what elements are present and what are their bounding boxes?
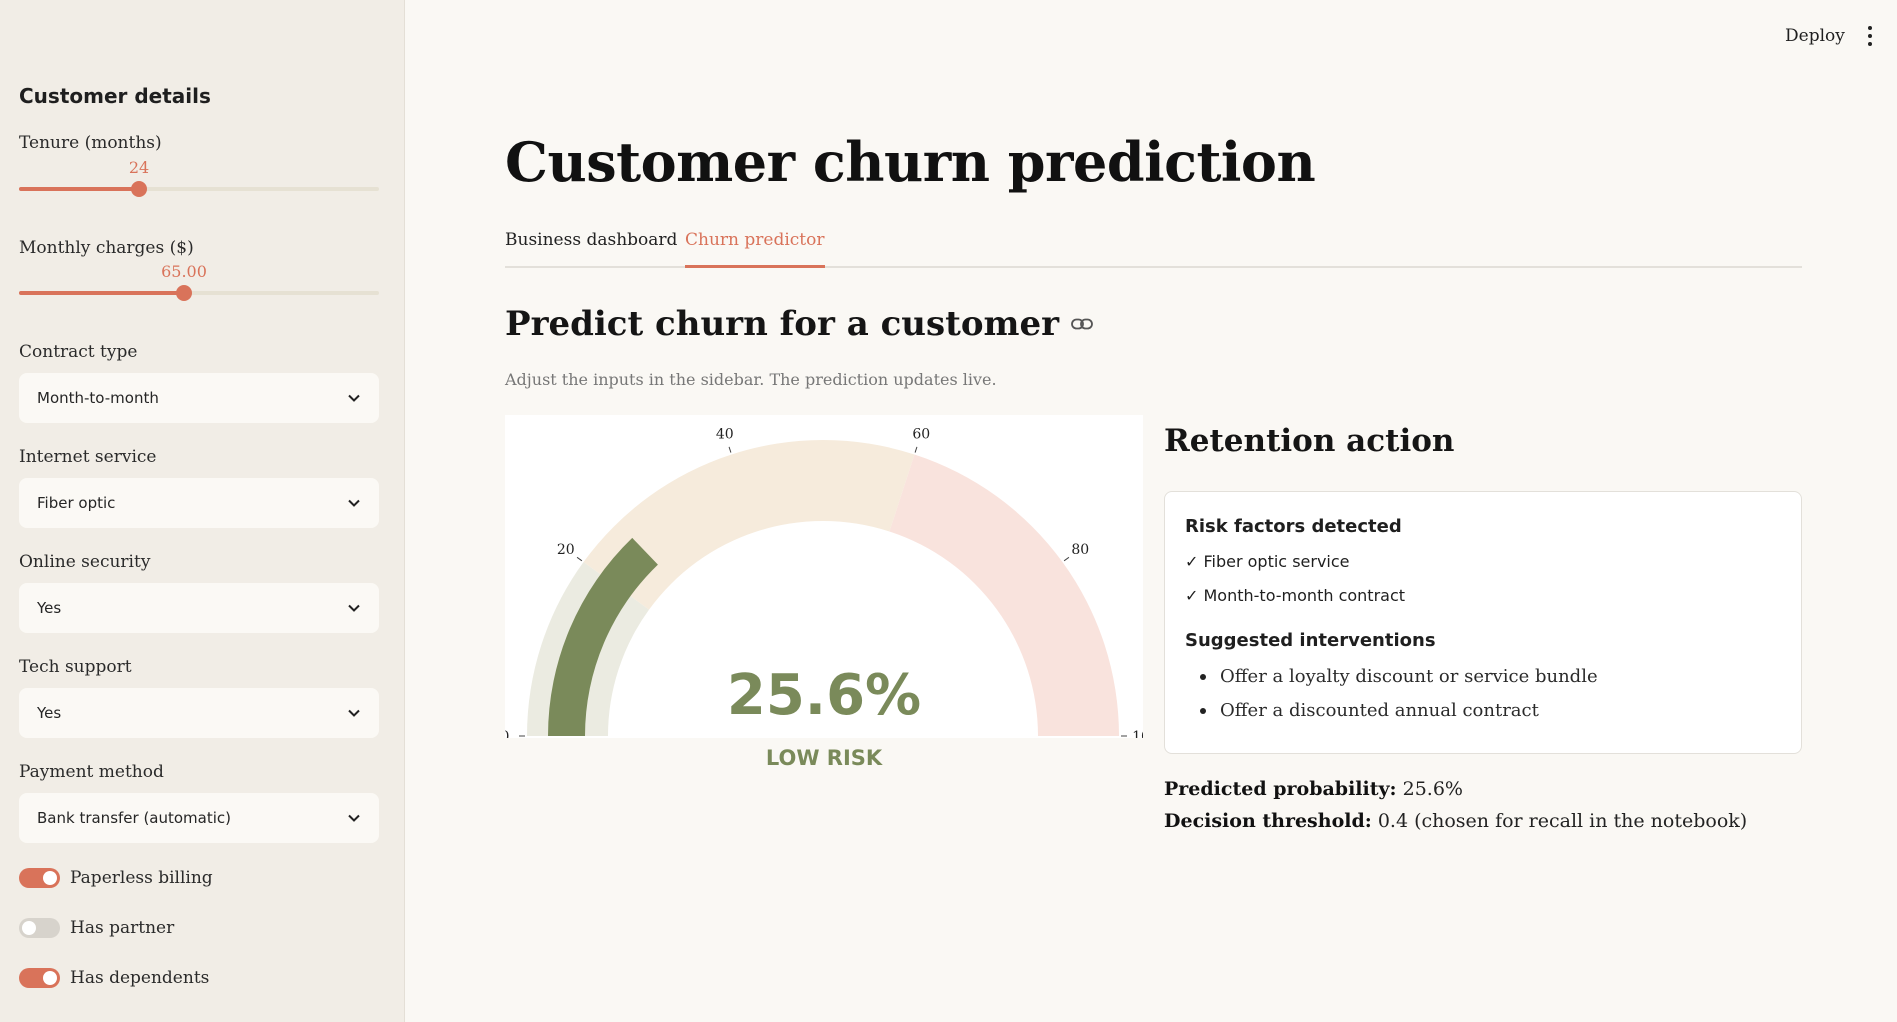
toggle-label: Paperless billing (70, 868, 213, 888)
threshold-label: Decision threshold: (1164, 810, 1372, 832)
chevron-down-icon (347, 391, 361, 405)
section-title: Predict churn for a customer (505, 304, 1093, 344)
link-icon[interactable] (1071, 313, 1093, 335)
risk-factor-item: ✓ Month-to-month contract (1185, 586, 1406, 605)
slider-thumb[interactable] (131, 181, 147, 197)
select-value: Yes (37, 704, 62, 722)
threshold-value: 0.4 (chosen for recall in the notebook) (1377, 810, 1748, 832)
gauge-tick (728, 446, 732, 453)
gauge-tick-label: 10 (1132, 729, 1143, 738)
tab-business-dashboard[interactable]: Business dashboard (505, 230, 677, 260)
tab-bar: Business dashboard Churn predictor (505, 230, 1802, 268)
deploy-button[interactable]: Deploy (1785, 26, 1845, 46)
payment-method-label: Payment method (19, 762, 164, 782)
gauge-tick-label: 80 (1071, 542, 1089, 558)
prob-label: Predicted probability: (1164, 778, 1397, 800)
payment-method-select[interactable]: Bank transfer (automatic) (19, 793, 379, 843)
gauge-tick-label: 40 (716, 427, 734, 443)
tab-churn-predictor[interactable]: Churn predictor (685, 230, 825, 268)
gauge-value: 25.6% (726, 663, 922, 728)
retention-title: Retention action (1164, 423, 1455, 459)
tech-support-label: Tech support (19, 657, 132, 677)
gauge-tick-label: 20 (557, 542, 575, 558)
sidebar: Customer details Tenure (months) 24 Mont… (0, 0, 405, 1022)
gauge-tick (576, 556, 583, 562)
more-menu-icon[interactable] (1866, 26, 1874, 46)
chevron-down-icon (347, 811, 361, 825)
slider-thumb[interactable] (176, 285, 192, 301)
decision-threshold: Decision threshold: 0.4 (chosen for reca… (1164, 810, 1747, 832)
select-value: Bank transfer (automatic) (37, 809, 232, 827)
online-security-label: Online security (19, 552, 151, 572)
tenure-label: Tenure (months) (19, 133, 162, 153)
intervention-item: Offer a discounted annual contract (1200, 700, 1539, 721)
intervention-item: Offer a loyalty discount or service bund… (1200, 666, 1598, 687)
toggle-switch[interactable] (19, 868, 60, 888)
online-security-select[interactable]: Yes (19, 583, 379, 633)
contract-type-select[interactable]: Month-to-month (19, 373, 379, 423)
contract-type-label: Contract type (19, 342, 138, 362)
select-value: Month-to-month (37, 389, 159, 407)
has-partner-toggle[interactable]: Has partner (19, 918, 174, 938)
toggle-label: Has dependents (70, 968, 210, 988)
gauge-tick-label: 0 (505, 729, 509, 738)
slider-fill (19, 291, 184, 295)
prob-value: 25.6% (1402, 778, 1463, 800)
risk-factors-heading: Risk factors detected (1185, 516, 1402, 537)
internet-service-select[interactable]: Fiber optic (19, 478, 379, 528)
toggle-switch[interactable] (19, 968, 60, 988)
monthly-charges-label: Monthly charges ($) (19, 238, 194, 258)
chevron-down-icon (347, 706, 361, 720)
gauge-tick (914, 446, 918, 453)
toggle-label: Has partner (70, 918, 175, 938)
risk-label: LOW RISK (765, 746, 883, 770)
internet-service-label: Internet service (19, 447, 157, 467)
page-title: Customer churn prediction (505, 130, 1316, 194)
slider-fill (19, 187, 139, 191)
sidebar-title: Customer details (19, 84, 211, 108)
risk-factor-item: ✓ Fiber optic service (1185, 552, 1350, 571)
gauge-tick-label: 60 (912, 427, 930, 443)
gauge-tick (1063, 556, 1070, 562)
monthly-charges-slider[interactable]: 65.00 (19, 262, 379, 301)
caption: Adjust the inputs in the sidebar. The pr… (505, 370, 997, 389)
slider-value: 65.00 (161, 262, 207, 281)
select-value: Yes (37, 599, 62, 617)
section-title-text: Predict churn for a customer (505, 304, 1060, 344)
tech-support-select[interactable]: Yes (19, 688, 379, 738)
interventions-heading: Suggested interventions (1185, 630, 1436, 651)
slider-value: 24 (128, 158, 150, 177)
toggle-switch[interactable] (19, 918, 60, 938)
retention-card: Risk factors detected ✓ Fiber optic serv… (1164, 491, 1802, 754)
chevron-down-icon (347, 496, 361, 510)
chevron-down-icon (347, 601, 361, 615)
predicted-probability: Predicted probability: 25.6% (1164, 778, 1463, 800)
select-value: Fiber optic (37, 494, 116, 512)
tenure-slider[interactable]: 24 (19, 158, 379, 197)
paperless-billing-toggle[interactable]: Paperless billing (19, 868, 213, 888)
has-dependents-toggle[interactable]: Has dependents (19, 968, 209, 988)
